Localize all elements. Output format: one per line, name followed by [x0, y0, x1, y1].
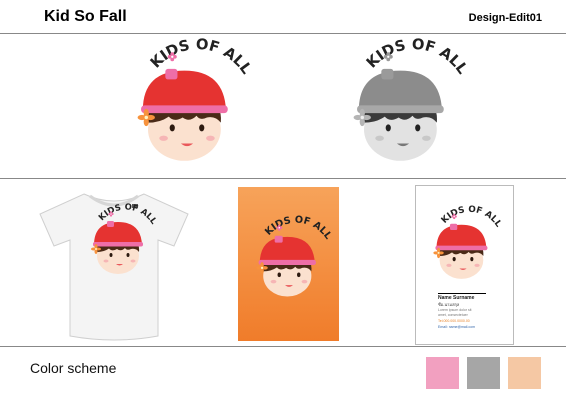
swatch-peach — [508, 357, 541, 389]
color-scheme-label: Color scheme — [30, 360, 117, 376]
page-title: Kid So Fall — [44, 8, 127, 25]
tshirt-mockup — [39, 193, 189, 341]
swatch-pink — [426, 357, 459, 389]
design-code: Design-Edit01 — [468, 12, 542, 24]
poster-logo — [256, 214, 332, 297]
card-name-rule — [438, 293, 486, 294]
card-logo — [433, 204, 502, 279]
divider-middle — [0, 178, 566, 179]
card-line-1: Lorem ipsum dolor sit — [438, 308, 472, 312]
divider-bottom — [0, 346, 566, 347]
logo-grayscale — [353, 36, 471, 161]
logo-color — [137, 36, 255, 161]
card-subtitle: ชื่อ-นามสกุล — [438, 302, 460, 307]
divider-top — [0, 33, 566, 34]
swatch-gray — [467, 357, 500, 389]
card-line-phone: Tel.000.000.0000.00 — [438, 319, 470, 323]
card-line-2: amet, consectetuer — [438, 313, 468, 317]
card-line-email: Email: name@mail.com — [438, 325, 476, 329]
